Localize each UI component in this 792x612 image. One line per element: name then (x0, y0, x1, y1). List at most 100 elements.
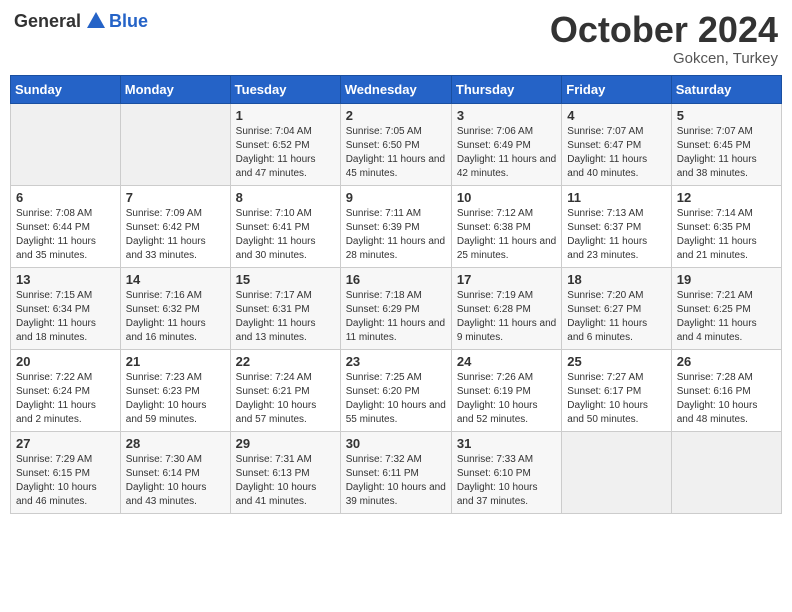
day-number: 13 (16, 272, 115, 287)
calendar-cell: 17 Sunrise: 7:19 AMSunset: 6:28 PMDayligh… (451, 267, 561, 349)
day-info: Sunrise: 7:28 AMSunset: 6:16 PMDaylight:… (677, 371, 776, 427)
logo: General Blue (14, 10, 148, 32)
day-info: Sunrise: 7:17 AMSunset: 6:31 PMDaylight:… (236, 289, 335, 345)
day-info: Sunrise: 7:05 AMSunset: 6:50 PMDaylight:… (346, 125, 446, 181)
calendar-cell: 8 Sunrise: 7:10 AMSunset: 6:41 PMDaylight… (230, 185, 340, 267)
day-info: Sunrise: 7:31 AMSunset: 6:13 PMDaylight:… (236, 453, 335, 509)
calendar-cell: 5 Sunrise: 7:07 AMSunset: 6:45 PMDaylight… (671, 103, 781, 185)
calendar-cell: 22 Sunrise: 7:24 AMSunset: 6:21 PMDayligh… (230, 349, 340, 431)
day-info: Sunrise: 7:19 AMSunset: 6:28 PMDaylight:… (457, 289, 556, 345)
calendar-cell: 7 Sunrise: 7:09 AMSunset: 6:42 PMDaylight… (120, 185, 230, 267)
weekday-header: Thursday (451, 75, 561, 103)
day-info: Sunrise: 7:26 AMSunset: 6:19 PMDaylight:… (457, 371, 556, 427)
weekday-header: Friday (562, 75, 671, 103)
day-info: Sunrise: 7:29 AMSunset: 6:15 PMDaylight:… (16, 453, 115, 509)
day-number: 5 (677, 108, 776, 123)
calendar-cell: 24Sunrise: 7:26 AMSunset: 6:19 PMDayligh… (451, 349, 561, 431)
calendar-header-row: SundayMondayTuesdayWednesdayThursdayFrid… (11, 75, 782, 103)
day-number: 25 (567, 354, 665, 369)
calendar-cell: 12 Sunrise: 7:14 AMSunset: 6:35 PMDayligh… (671, 185, 781, 267)
calendar-cell: 31Sunrise: 7:33 AMSunset: 6:10 PMDayligh… (451, 431, 561, 513)
day-info: Sunrise: 7:07 AMSunset: 6:45 PMDaylight:… (677, 125, 776, 181)
day-info: Sunrise: 7:11 AMSunset: 6:39 PMDaylight:… (346, 207, 446, 263)
day-number: 7 (126, 190, 225, 205)
month-title: October 2024 (550, 10, 778, 50)
day-info: Sunrise: 7:20 AMSunset: 6:27 PMDaylight:… (567, 289, 665, 345)
day-info: Sunrise: 7:32 AMSunset: 6:11 PMDaylight:… (346, 453, 446, 509)
calendar-cell: 10Sunrise: 7:12 AMSunset: 6:38 PMDayligh… (451, 185, 561, 267)
weekday-header: Saturday (671, 75, 781, 103)
day-number: 1 (236, 108, 335, 123)
calendar-cell: 6 Sunrise: 7:08 AMSunset: 6:44 PMDaylight… (11, 185, 121, 267)
day-info: Sunrise: 7:08 AMSunset: 6:44 PMDaylight:… (16, 207, 115, 263)
day-info: Sunrise: 7:16 AMSunset: 6:32 PMDaylight:… (126, 289, 225, 345)
day-info: Sunrise: 7:10 AMSunset: 6:41 PMDaylight:… (236, 207, 335, 263)
day-number: 12 (677, 190, 776, 205)
calendar-cell: 25 Sunrise: 7:27 AMSunset: 6:17 PMDayligh… (562, 349, 671, 431)
calendar-cell: 13 Sunrise: 7:15 AMSunset: 6:34 PMDayligh… (11, 267, 121, 349)
calendar-cell: 26 Sunrise: 7:28 AMSunset: 6:16 PMDayligh… (671, 349, 781, 431)
page-header: General Blue October 2024 Gokcen, Turkey (10, 10, 782, 67)
day-number: 30 (346, 436, 446, 451)
day-info: Sunrise: 7:13 AMSunset: 6:37 PMDaylight:… (567, 207, 665, 263)
day-number: 27 (16, 436, 115, 451)
day-info: Sunrise: 7:24 AMSunset: 6:21 PMDaylight:… (236, 371, 335, 427)
day-info: Sunrise: 7:33 AMSunset: 6:10 PMDaylight:… (457, 453, 556, 509)
day-info: Sunrise: 7:06 AMSunset: 6:49 PMDaylight:… (457, 125, 556, 181)
day-number: 6 (16, 190, 115, 205)
calendar-week-row: 13 Sunrise: 7:15 AMSunset: 6:34 PMDayligh… (11, 267, 782, 349)
logo-icon (85, 10, 107, 32)
logo-blue: Blue (109, 11, 148, 32)
day-number: 20 (16, 354, 115, 369)
calendar-cell: 23 Sunrise: 7:25 AMSunset: 6:20 PMDayligh… (340, 349, 451, 431)
calendar-cell: 15 Sunrise: 7:17 AMSunset: 6:31 PMDayligh… (230, 267, 340, 349)
day-number: 10 (457, 190, 556, 205)
day-number: 17 (457, 272, 556, 287)
day-info: Sunrise: 7:23 AMSunset: 6:23 PMDaylight:… (126, 371, 225, 427)
title-area: October 2024 Gokcen, Turkey (550, 10, 778, 67)
day-number: 9 (346, 190, 446, 205)
calendar-week-row: 1Sunrise: 7:04 AMSunset: 6:52 PMDaylight… (11, 103, 782, 185)
day-number: 23 (346, 354, 446, 369)
calendar-cell: 2Sunrise: 7:05 AMSunset: 6:50 PMDaylight… (340, 103, 451, 185)
calendar-cell: 18 Sunrise: 7:20 AMSunset: 6:27 PMDayligh… (562, 267, 671, 349)
calendar-cell: 3 Sunrise: 7:06 AMSunset: 6:49 PMDaylight… (451, 103, 561, 185)
day-number: 14 (126, 272, 225, 287)
calendar-cell: 27 Sunrise: 7:29 AMSunset: 6:15 PMDayligh… (11, 431, 121, 513)
calendar-table: SundayMondayTuesdayWednesdayThursdayFrid… (10, 75, 782, 514)
day-number: 29 (236, 436, 335, 451)
day-number: 19 (677, 272, 776, 287)
day-info: Sunrise: 7:14 AMSunset: 6:35 PMDaylight:… (677, 207, 776, 263)
day-info: Sunrise: 7:27 AMSunset: 6:17 PMDaylight:… (567, 371, 665, 427)
day-number: 15 (236, 272, 335, 287)
calendar-cell: 21 Sunrise: 7:23 AMSunset: 6:23 PMDayligh… (120, 349, 230, 431)
calendar-cell: 1Sunrise: 7:04 AMSunset: 6:52 PMDaylight… (230, 103, 340, 185)
calendar-cell: 9 Sunrise: 7:11 AMSunset: 6:39 PMDaylight… (340, 185, 451, 267)
calendar-week-row: 6 Sunrise: 7:08 AMSunset: 6:44 PMDaylight… (11, 185, 782, 267)
calendar-cell (562, 431, 671, 513)
day-info: Sunrise: 7:25 AMSunset: 6:20 PMDaylight:… (346, 371, 446, 427)
location: Gokcen, Turkey (550, 50, 778, 67)
day-number: 3 (457, 108, 556, 123)
calendar-cell (11, 103, 121, 185)
calendar-cell: 19 Sunrise: 7:21 AMSunset: 6:25 PMDayligh… (671, 267, 781, 349)
day-number: 8 (236, 190, 335, 205)
logo-general: General (14, 11, 81, 32)
weekday-header: Sunday (11, 75, 121, 103)
day-info: Sunrise: 7:09 AMSunset: 6:42 PMDaylight:… (126, 207, 225, 263)
day-number: 18 (567, 272, 665, 287)
day-info: Sunrise: 7:15 AMSunset: 6:34 PMDaylight:… (16, 289, 115, 345)
day-number: 26 (677, 354, 776, 369)
calendar-cell: 30 Sunrise: 7:32 AMSunset: 6:11 PMDayligh… (340, 431, 451, 513)
day-info: Sunrise: 7:07 AMSunset: 6:47 PMDaylight:… (567, 125, 665, 181)
calendar-cell: 16 Sunrise: 7:18 AMSunset: 6:29 PMDayligh… (340, 267, 451, 349)
calendar-cell (120, 103, 230, 185)
day-info: Sunrise: 7:18 AMSunset: 6:29 PMDaylight:… (346, 289, 446, 345)
day-number: 16 (346, 272, 446, 287)
calendar-cell: 14 Sunrise: 7:16 AMSunset: 6:32 PMDayligh… (120, 267, 230, 349)
day-number: 21 (126, 354, 225, 369)
weekday-header: Wednesday (340, 75, 451, 103)
day-info: Sunrise: 7:21 AMSunset: 6:25 PMDaylight:… (677, 289, 776, 345)
calendar-cell: 11Sunrise: 7:13 AMSunset: 6:37 PMDayligh… (562, 185, 671, 267)
day-number: 22 (236, 354, 335, 369)
